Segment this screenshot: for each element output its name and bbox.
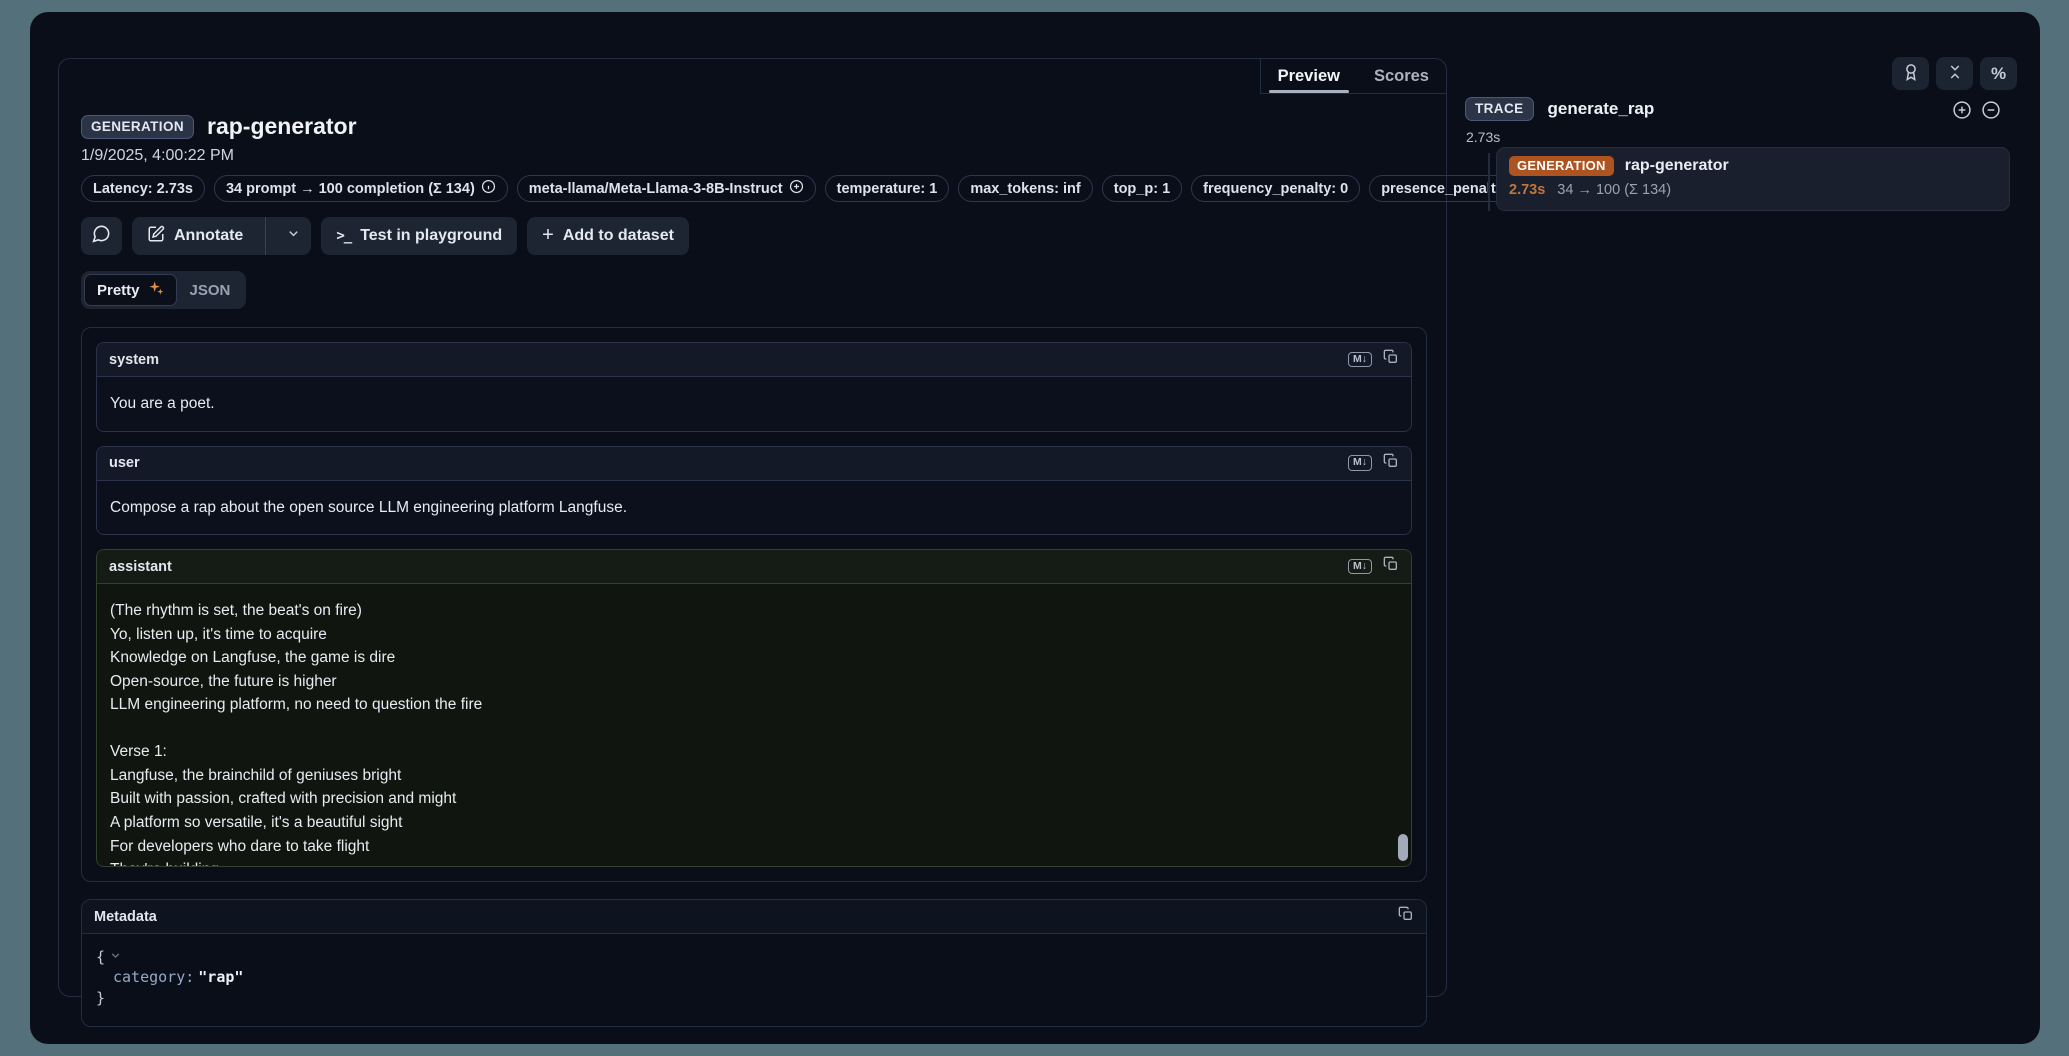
edit-pencil-icon <box>147 225 165 248</box>
annotate-split-button: Annotate <box>132 217 311 255</box>
model-badge[interactable]: meta-llama/Meta-Llama-3-8B-Instruct <box>517 175 816 202</box>
chevrons-down-up-icon <box>1946 63 1964 84</box>
message-role-label: user <box>109 455 140 471</box>
generation-node-tokens: 34 → 100 (Σ 134) <box>1557 182 1671 198</box>
json-close-brace: } <box>96 988 105 1008</box>
user-message: user M↓ Compose a rap about the open sou… <box>96 446 1412 536</box>
markdown-toggle-icon[interactable]: M↓ <box>1348 559 1372 575</box>
latency-badge: Latency: 2.73s <box>81 175 205 202</box>
metadata-card: Metadata { category: "rap" <box>81 899 1427 1027</box>
markdown-toggle-icon[interactable]: M↓ <box>1348 455 1372 471</box>
test-in-playground-button[interactable]: >_ Test in playground <box>321 217 517 255</box>
tree-expand-controls <box>1952 100 2001 125</box>
copy-icon[interactable] <box>1383 349 1399 370</box>
speech-bubble-icon <box>92 224 111 248</box>
trace-name: generate_rap <box>1548 99 1655 119</box>
toggle-pretty[interactable]: Pretty <box>84 274 177 306</box>
observation-timestamp: 1/9/2025, 4:00:22 PM <box>81 147 1427 165</box>
generation-type-badge: GENERATION <box>1509 156 1614 176</box>
tab-preview[interactable]: Preview <box>1261 59 1357 93</box>
collapse-all-button[interactable] <box>1936 57 1973 90</box>
metadata-title: Metadata <box>94 909 157 925</box>
tab-scores[interactable]: Scores <box>1357 59 1446 93</box>
action-buttons: Annotate >_ Test in playground + Add to <box>81 217 1427 255</box>
toggle-json[interactable]: JSON <box>177 274 244 306</box>
generation-node-latency: 2.73s <box>1509 182 1545 198</box>
assistant-message: assistant M↓ (The rhythm is set, the bea… <box>96 549 1412 867</box>
sparkles-icon <box>148 280 164 300</box>
markdown-toggle-icon[interactable]: M↓ <box>1348 352 1372 368</box>
toggle-percent-button[interactable]: % <box>1980 57 2017 90</box>
system-message-header: system M↓ <box>97 343 1411 377</box>
chevron-down-icon <box>286 226 301 246</box>
observation-title: rap-generator <box>207 113 357 140</box>
system-message-content: You are a poet. <box>97 377 1411 431</box>
trace-panel-toolbar: % <box>1892 57 2017 90</box>
comment-button[interactable] <box>81 217 122 255</box>
json-open-brace: { <box>96 947 105 967</box>
info-icon <box>481 179 496 198</box>
trace-latency: 2.73s <box>1466 129 1500 145</box>
trace-type-badge: TRACE <box>1465 97 1534 121</box>
tree-indent-guide <box>1488 153 1490 211</box>
message-role-label: system <box>109 352 159 368</box>
view-toggle-row: Pretty JSON <box>81 271 1427 309</box>
observation-detail-card: Preview Scores GENERATION rap-generator … <box>58 58 1447 997</box>
metadata-json: { category: "rap" } <box>82 934 1426 1026</box>
system-message: system M↓ You are a poet. <box>96 342 1412 432</box>
scores-award-button[interactable] <box>1892 57 1929 90</box>
json-key: category: <box>113 967 194 987</box>
trace-root-row[interactable]: TRACE generate_rap <box>1465 97 1654 121</box>
max-tokens-badge: max_tokens: inf <box>958 175 1092 202</box>
add-to-dataset-button[interactable]: + Add to dataset <box>527 217 689 255</box>
frequency-penalty-badge: frequency_penalty: 0 <box>1191 175 1360 202</box>
copy-icon[interactable] <box>1383 556 1399 577</box>
messages-container: system M↓ You are a poet. user <box>81 327 1427 882</box>
button-divider <box>265 217 266 255</box>
award-icon <box>1902 63 1920 84</box>
observation-body: GENERATION rap-generator 1/9/2025, 4:00:… <box>81 94 1427 996</box>
collapse-chevron-icon[interactable] <box>109 947 122 967</box>
assistant-message-content: (The rhythm is set, the beat's on fire) … <box>97 584 1411 866</box>
annotate-dropdown-button[interactable] <box>275 217 311 255</box>
collapse-tree-icon[interactable] <box>1981 100 2001 125</box>
generation-tree-node[interactable]: GENERATION rap-generator 2.73s 34 → 100 … <box>1496 147 2010 211</box>
generation-node-name: rap-generator <box>1625 157 1729 175</box>
user-message-content: Compose a rap about the open source LLM … <box>97 481 1411 535</box>
user-message-header: user M↓ <box>97 447 1411 481</box>
token-usage-badge[interactable]: 34 prompt → 100 completion (Σ 134) <box>214 175 508 202</box>
top-p-badge: top_p: 1 <box>1102 175 1182 202</box>
app-window: Preview Scores GENERATION rap-generator … <box>30 12 2040 1044</box>
metadata-header: Metadata <box>82 900 1426 934</box>
plus-icon: + <box>542 225 554 245</box>
observation-header: GENERATION rap-generator <box>81 113 1427 140</box>
assistant-message-header: assistant M↓ <box>97 550 1411 584</box>
expand-all-icon[interactable] <box>1952 100 1972 125</box>
preview-scores-tabs: Preview Scores <box>1260 59 1446 94</box>
message-role-label: assistant <box>109 559 172 575</box>
percent-icon: % <box>1991 64 2006 84</box>
annotate-button[interactable]: Annotate <box>132 217 256 255</box>
copy-icon[interactable] <box>1383 453 1399 474</box>
pretty-json-toggle: Pretty JSON <box>81 271 246 309</box>
json-value: "rap" <box>198 967 243 987</box>
observation-badges: Latency: 2.73s 34 prompt → 100 completio… <box>81 175 1427 202</box>
plus-circle-icon <box>789 179 804 198</box>
temperature-badge: temperature: 1 <box>825 175 950 202</box>
scrollbar-thumb[interactable] <box>1398 834 1408 861</box>
observation-type-badge: GENERATION <box>81 115 194 139</box>
copy-icon[interactable] <box>1398 906 1414 927</box>
terminal-icon: >_ <box>336 228 351 244</box>
